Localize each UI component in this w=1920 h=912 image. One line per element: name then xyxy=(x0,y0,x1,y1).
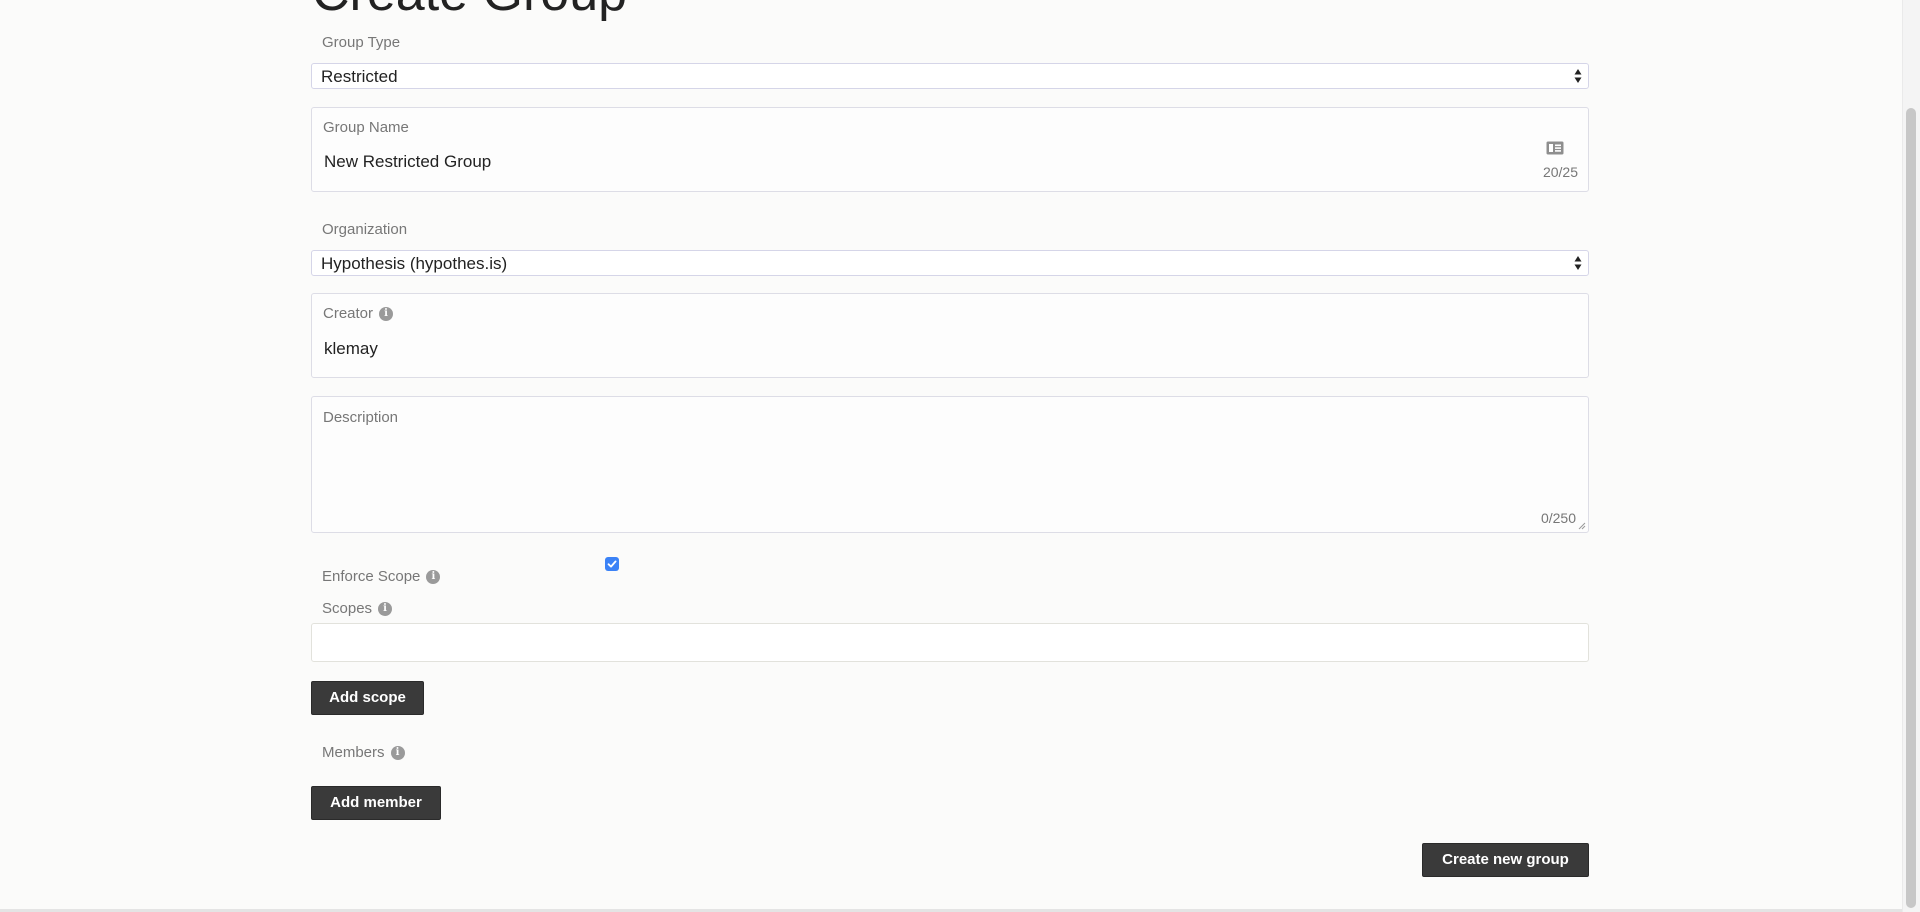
creator-label: Creator xyxy=(323,305,374,322)
creator-label-wrap: Creator i xyxy=(323,305,394,322)
select-arrows-icon xyxy=(1574,69,1582,83)
organization-select[interactable]: Hypothesis (hypothes.is) xyxy=(311,250,1589,276)
group-name-counter: 20/25 xyxy=(1542,164,1578,180)
organization-value: Hypothesis (hypothes.is) xyxy=(321,254,508,273)
description-counter: 0/250 xyxy=(1540,510,1576,526)
enforce-scope-label: Enforce Scope xyxy=(322,568,421,585)
select-arrows-icon xyxy=(1574,256,1582,270)
add-member-button[interactable]: Add member xyxy=(311,786,441,820)
enforce-scope-checkbox[interactable] xyxy=(605,557,619,571)
description-label: Description xyxy=(323,409,399,426)
creator-field[interactable]: Creator i klemay xyxy=(311,293,1589,378)
enforce-scope-label-wrap: Enforce Scope i xyxy=(322,568,441,585)
members-label: Members xyxy=(322,744,385,761)
scopes-label-wrap: Scopes i xyxy=(322,600,393,617)
group-name-label: Group Name xyxy=(323,119,409,136)
resize-handle-icon[interactable] xyxy=(1578,522,1586,530)
group-name-input[interactable]: New Restricted Group xyxy=(324,152,491,172)
group-type-value: Restricted xyxy=(321,67,398,86)
info-icon[interactable]: i xyxy=(426,570,441,585)
group-type-select[interactable]: Restricted xyxy=(311,63,1589,89)
members-label-wrap: Members i xyxy=(322,744,405,761)
scrollbar-thumb[interactable] xyxy=(1906,108,1916,908)
group-name-field[interactable]: Group Name New Restricted Group 20/25 xyxy=(311,107,1589,192)
info-icon[interactable]: i xyxy=(379,307,394,322)
organization-label: Organization xyxy=(322,221,408,238)
contact-card-icon[interactable] xyxy=(1546,141,1564,155)
description-field[interactable]: Description 0/250 xyxy=(311,396,1589,533)
add-scope-button[interactable]: Add scope xyxy=(311,681,424,715)
creator-input[interactable]: klemay xyxy=(324,339,378,359)
scopes-label: Scopes xyxy=(322,600,373,617)
checkmark-icon xyxy=(607,560,617,568)
info-icon[interactable]: i xyxy=(378,602,393,617)
info-icon[interactable]: i xyxy=(390,746,405,761)
scopes-input[interactable] xyxy=(311,623,1589,662)
group-type-label: Group Type xyxy=(322,34,401,51)
page-title: Create Group xyxy=(312,0,627,19)
create-new-group-button[interactable]: Create new group xyxy=(1422,843,1589,877)
